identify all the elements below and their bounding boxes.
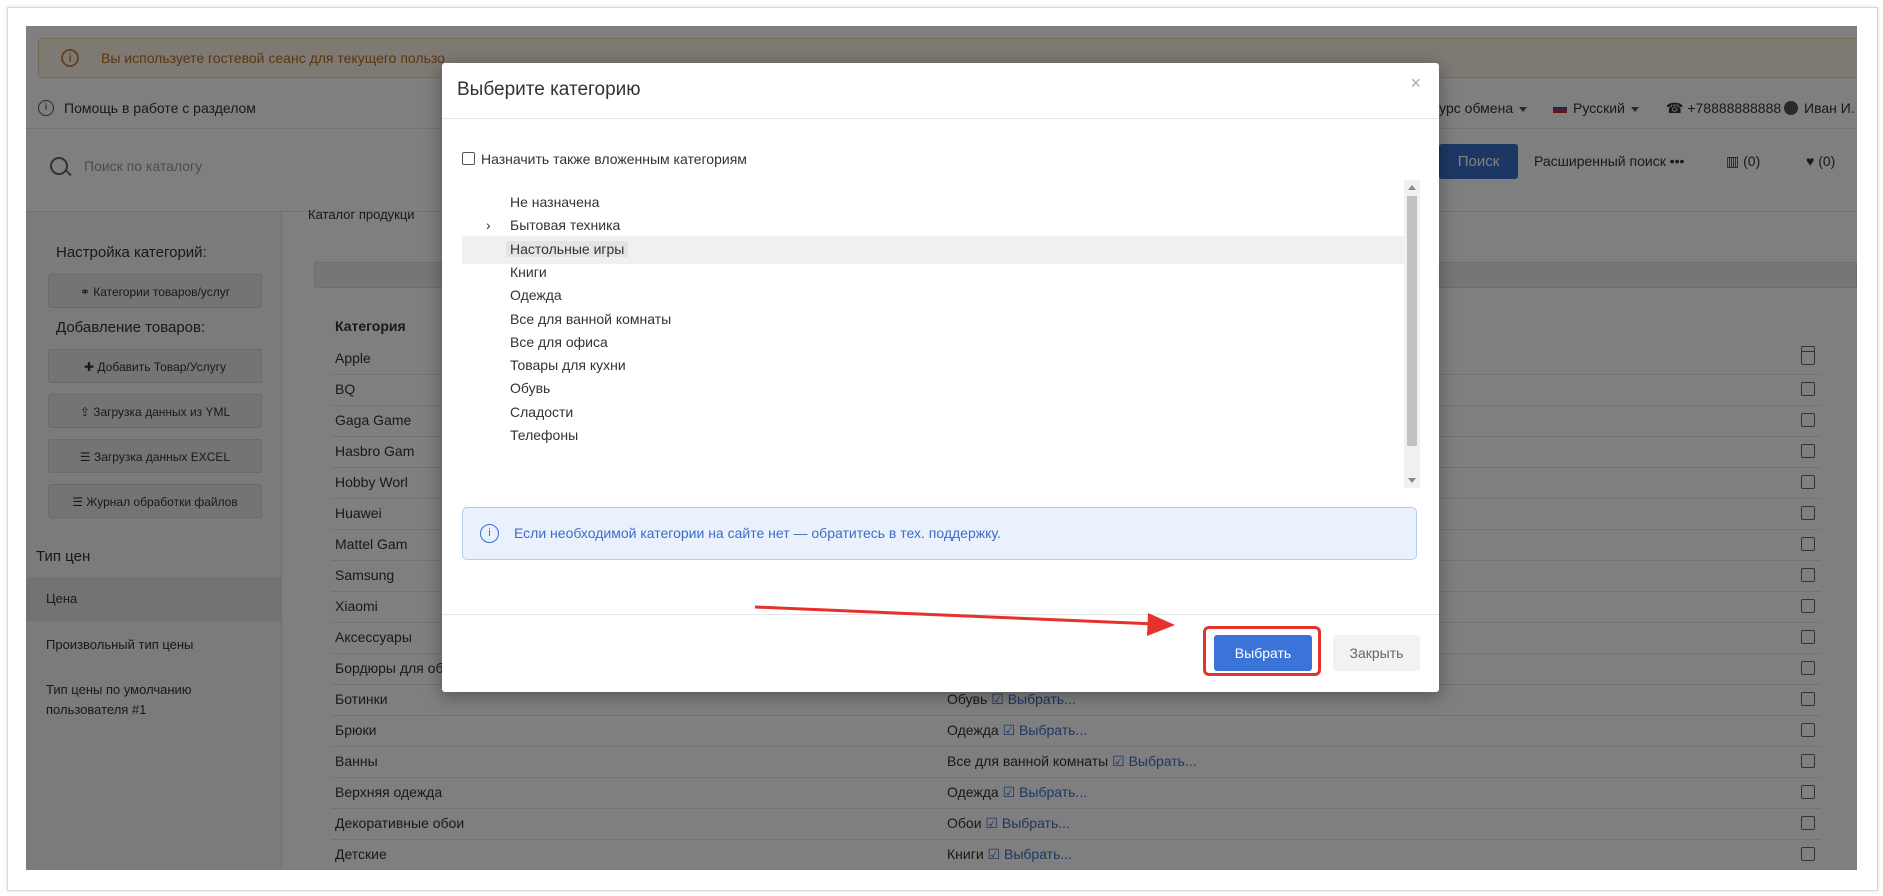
annotation-arrow [754,605,1175,636]
arrow-line [754,605,1156,626]
arrow-head-icon [1147,613,1175,636]
